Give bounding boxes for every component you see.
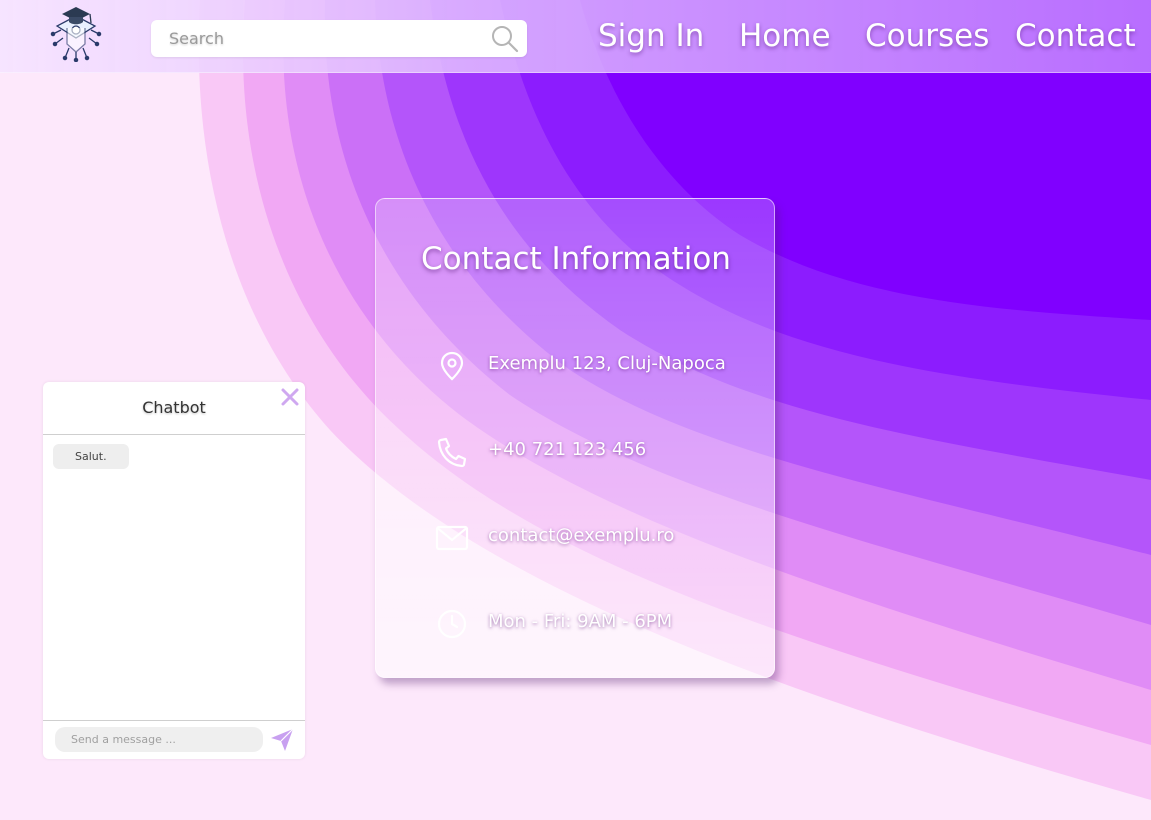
email-row: contact@exemplu.ro <box>434 518 764 558</box>
close-icon[interactable] <box>279 386 301 408</box>
search-box <box>151 20 527 57</box>
chatbot-title: Chatbot <box>142 398 206 417</box>
contact-page: Sign In Home Courses Contact Contact Inf… <box>0 0 1151 820</box>
phone-row: +40 721 123 456 <box>434 432 764 472</box>
search-icon[interactable] <box>490 24 520 54</box>
nav-home[interactable]: Home <box>739 14 831 58</box>
address-row: Exemplu 123, Cluj-Napoca <box>434 346 764 386</box>
phone-icon <box>437 437 467 468</box>
location-pin-icon <box>440 351 464 381</box>
phone-text: +40 721 123 456 <box>488 439 647 460</box>
nav-sign-in[interactable]: Sign In <box>598 14 704 58</box>
nav-courses[interactable]: Courses <box>865 14 989 58</box>
chatbot-footer <box>43 720 305 760</box>
contact-title: Contact Information <box>421 241 731 277</box>
graduation-cap-chip-logo[interactable] <box>47 4 105 62</box>
chatbot-header: Chatbot <box>43 382 305 435</box>
address-text: Exemplu 123, Cluj-Napoca <box>488 353 726 374</box>
nav-contact[interactable]: Contact <box>1015 14 1136 58</box>
top-header: Sign In Home Courses Contact <box>0 0 1151 73</box>
send-icon[interactable] <box>269 727 295 753</box>
contact-card: Contact Information Exemplu 123, Cluj-Na… <box>375 198 775 678</box>
clock-icon <box>437 609 467 639</box>
hours-row: Mon - Fri: 9AM - 6PM <box>434 604 764 644</box>
email-text[interactable]: contact@exemplu.ro <box>488 525 674 546</box>
chatbot-panel: Chatbot Salut. <box>43 382 305 759</box>
search-input[interactable] <box>151 20 489 57</box>
chat-message-input[interactable] <box>55 727 263 752</box>
chat-message: Salut. <box>53 444 129 469</box>
mail-icon <box>435 525 469 551</box>
hours-text: Mon - Fri: 9AM - 6PM <box>488 611 673 632</box>
